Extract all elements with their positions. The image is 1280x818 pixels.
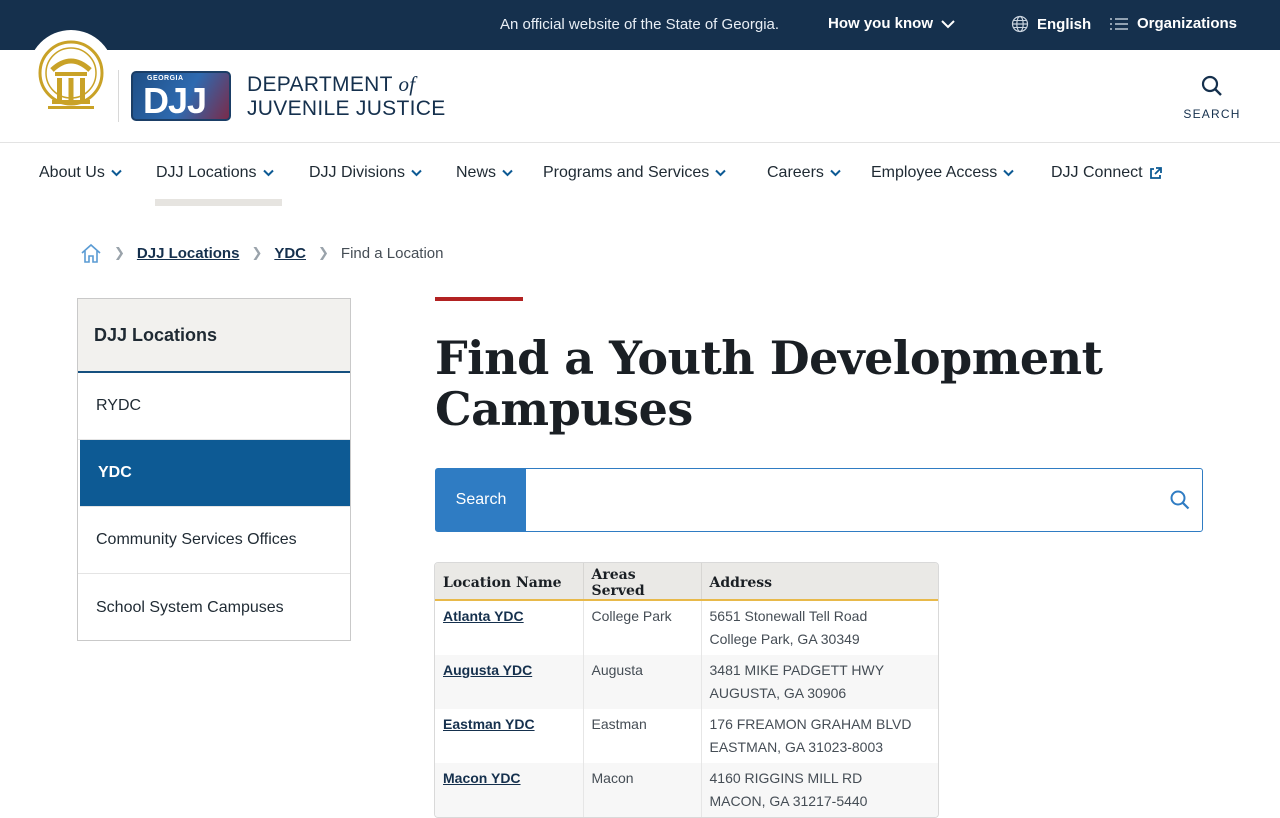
location-link[interactable]: Atlanta YDC [443,608,524,624]
address-cell: 3481 MIKE PADGETT HWY AUGUSTA, GA 30906 [701,655,938,709]
address-cell: 176 FREAMON GRAHAM BLVD EASTMAN, GA 31023… [701,709,938,763]
table-row: Atlanta YDC College Park 5651 Stonewall … [435,600,938,655]
nav-about-us[interactable]: About Us [39,164,122,182]
column-header-areas-served[interactable]: Areas Served [583,563,702,601]
chevron-down-icon [715,169,727,177]
nav-active-indicator [155,199,282,206]
table-row: Macon YDC Macon 4160 RIGGINS MILL RD MACO… [435,763,938,817]
nav-label: Employee Access [871,164,998,181]
chevron-down-icon [411,169,422,177]
nav-careers[interactable]: Careers [767,164,841,182]
nav-label: News [456,164,497,181]
nav-label: Careers [767,164,824,181]
list-icon [1110,17,1128,30]
nav-label: DJJ Locations [156,164,257,181]
nav-label: About Us [39,164,105,181]
main-navigation: About Us DJJ Locations DJJ Divisions New… [0,143,1280,207]
nav-label: DJJ Divisions [309,164,406,181]
georgia-seal-icon [38,40,104,109]
how-you-know-toggle[interactable]: How you know [828,15,955,32]
address-line2: EASTMAN, GA 31023-8003 [709,739,884,755]
column-header-address[interactable]: Address [701,563,938,601]
nav-label: DJJ Connect [1051,164,1143,181]
sidebar-item-rydc[interactable]: RYDC [78,373,350,440]
area-served-cell: Macon [583,763,702,817]
location-link[interactable]: Augusta YDC [443,662,532,678]
nav-news[interactable]: News [456,164,513,182]
chevron-down-icon [1003,169,1014,177]
home-icon[interactable] [80,243,102,264]
page-title: Find a Youth Development Campuses [435,331,1103,436]
logo-divider [118,70,119,122]
breadcrumb-chevron-icon: ❯ [114,245,125,260]
djj-logo[interactable]: GEORGIA DJJ [131,71,231,121]
address-line1: 5651 Stonewall Tell Road [709,608,868,624]
column-header-location-name[interactable]: Location Name [435,563,584,601]
nav-label: Programs and Services [543,164,710,181]
search-icon [1201,75,1222,96]
address-line1: 4160 RIGGINS MILL RD [709,770,863,786]
section-sidebar: DJJ Locations RYDC YDC Community Service… [77,298,351,641]
search-label: SEARCH [1183,107,1241,121]
address-line1: 3481 MIKE PADGETT HWY [709,662,885,678]
chevron-down-icon [941,19,955,28]
organizations-menu[interactable]: Organizations [1109,15,1237,32]
language-label: English [1037,15,1092,33]
address-cell: 5651 Stonewall Tell Road College Park, GA… [701,600,938,655]
table-row: Eastman YDC Eastman 176 FREAMON GRAHAM B… [435,709,938,763]
how-you-know-label: How you know [828,15,933,32]
globe-icon [1011,15,1029,33]
area-served-cell: Augusta [583,655,702,709]
chevron-down-icon [830,169,841,177]
site-header: GEORGIA DJJ DEPARTMENT of JUVENILE JUSTI… [0,30,1280,143]
address-cell: 4160 RIGGINS MILL RD MACON, GA 31217-5440 [701,763,938,817]
nav-programs-and-services[interactable]: Programs and Services [543,164,727,182]
nav-employee-access[interactable]: Employee Access [871,164,1014,182]
location-link[interactable]: Eastman YDC [443,716,535,732]
breadcrumb: ❯ DJJ Locations ❯ YDC ❯ Find a Location [80,241,444,265]
official-banner: An official website of the State of Geor… [0,0,1280,50]
search-field-label: Search [436,469,526,531]
sidebar-item-community-services-offices[interactable]: Community Services Offices [78,507,350,574]
nav-djj-divisions[interactable]: DJJ Divisions [309,164,422,182]
table-row: Augusta YDC Augusta 3481 MIKE PADGETT HW… [435,655,938,709]
location-search: Search [435,468,1203,532]
location-search-input[interactable] [528,470,1158,530]
location-link[interactable]: Macon YDC [443,770,521,786]
chevron-down-icon [262,169,274,177]
language-selector[interactable]: English [1011,15,1091,33]
area-served-cell: College Park [583,600,702,655]
breadcrumb-current: Find a Location [340,244,444,262]
address-line2: AUGUSTA, GA 30906 [709,685,847,701]
official-site-text: An official website of the State of Geor… [500,16,780,33]
sidebar-title: DJJ Locations [78,299,350,373]
dept-line2: JUVENILE JUSTICE [247,97,446,120]
logo-mark-text: DJJ [143,80,207,121]
area-served-cell: Eastman [583,709,702,763]
breadcrumb-link-djj-locations[interactable]: DJJ Locations [137,245,240,262]
address-line2: College Park, GA 30349 [709,631,860,647]
search-icon[interactable] [1169,489,1191,511]
chevron-down-icon [111,169,122,177]
header-search-button[interactable]: SEARCH [1180,74,1244,121]
address-line1: 176 FREAMON GRAHAM BLVD [709,716,912,732]
address-line2: MACON, GA 31217-5440 [709,793,868,809]
sidebar-item-school-system-campuses[interactable]: School System Campuses [78,574,350,641]
organizations-label: Organizations [1137,15,1238,32]
chevron-down-icon [502,169,513,177]
nav-djj-connect[interactable]: DJJ Connect [1051,164,1162,182]
georgia-seal-link[interactable] [28,30,114,116]
external-link-icon [1149,166,1162,179]
breadcrumb-chevron-icon: ❯ [318,245,329,260]
breadcrumb-link-ydc[interactable]: YDC [274,245,306,262]
dept-line1: DEPARTMENT [247,73,399,96]
department-name[interactable]: DEPARTMENT of JUVENILE JUSTICE [247,72,446,121]
breadcrumb-chevron-icon: ❯ [251,245,263,260]
dept-of: of [398,72,416,96]
title-accent-rule [435,297,523,301]
sidebar-item-ydc[interactable]: YDC [80,440,350,507]
locations-table: Location Name Areas Served Address Atlan… [434,562,939,818]
nav-djj-locations[interactable]: DJJ Locations [156,164,274,182]
